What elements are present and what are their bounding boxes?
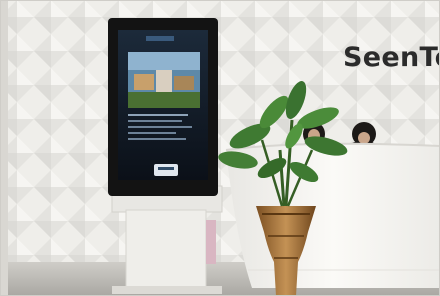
kiosk-display [108,18,223,294]
reception-counter [225,142,440,288]
photo-frame: SeenTe [0,0,440,296]
scene-objects [0,0,440,296]
floor-object [206,220,216,264]
